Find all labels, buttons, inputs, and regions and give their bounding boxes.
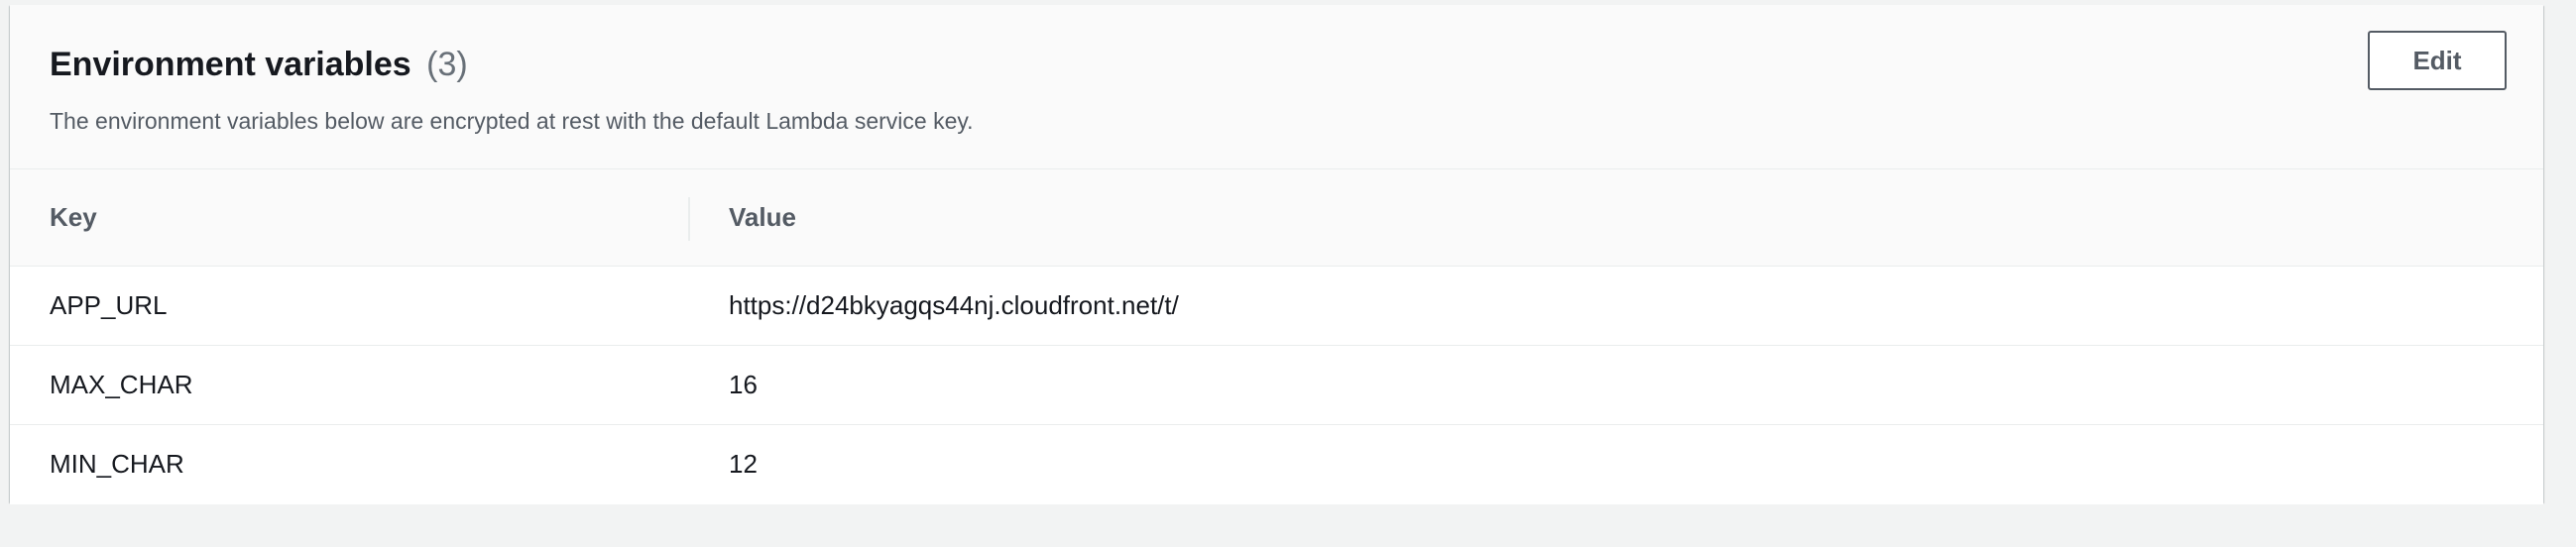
environment-variables-table: Key Value APP_URL https://d24bkyagqs44nj… <box>10 169 2543 504</box>
variable-key: MIN_CHAR <box>50 449 184 479</box>
edit-button[interactable]: Edit <box>2368 31 2507 90</box>
variable-value: 16 <box>729 370 758 399</box>
environment-variables-panel: Environment variables (3) The environmen… <box>10 5 2543 504</box>
variable-key: APP_URL <box>50 290 168 320</box>
variable-value: https://d24bkyagqs44nj.cloudfront.net/t/ <box>729 290 1179 320</box>
variable-key: MAX_CHAR <box>50 370 193 399</box>
table-row: APP_URL https://d24bkyagqs44nj.cloudfron… <box>10 267 2543 346</box>
column-divider[interactable] <box>688 197 690 241</box>
column-header-key: Key <box>50 202 97 232</box>
panel-title: Environment variables (3) <box>50 45 468 84</box>
column-header-value: Value <box>729 202 796 232</box>
table-header: Key Value <box>10 169 2543 267</box>
table-row: MIN_CHAR 12 <box>10 425 2543 504</box>
table-row: MAX_CHAR 16 <box>10 346 2543 425</box>
panel-title-text: Environment variables <box>50 46 411 83</box>
panel-header: Environment variables (3) The environmen… <box>10 5 2543 169</box>
variable-count: (3) <box>426 46 468 83</box>
variable-value: 12 <box>729 449 758 479</box>
panel-description: The environment variables below are encr… <box>50 108 974 134</box>
